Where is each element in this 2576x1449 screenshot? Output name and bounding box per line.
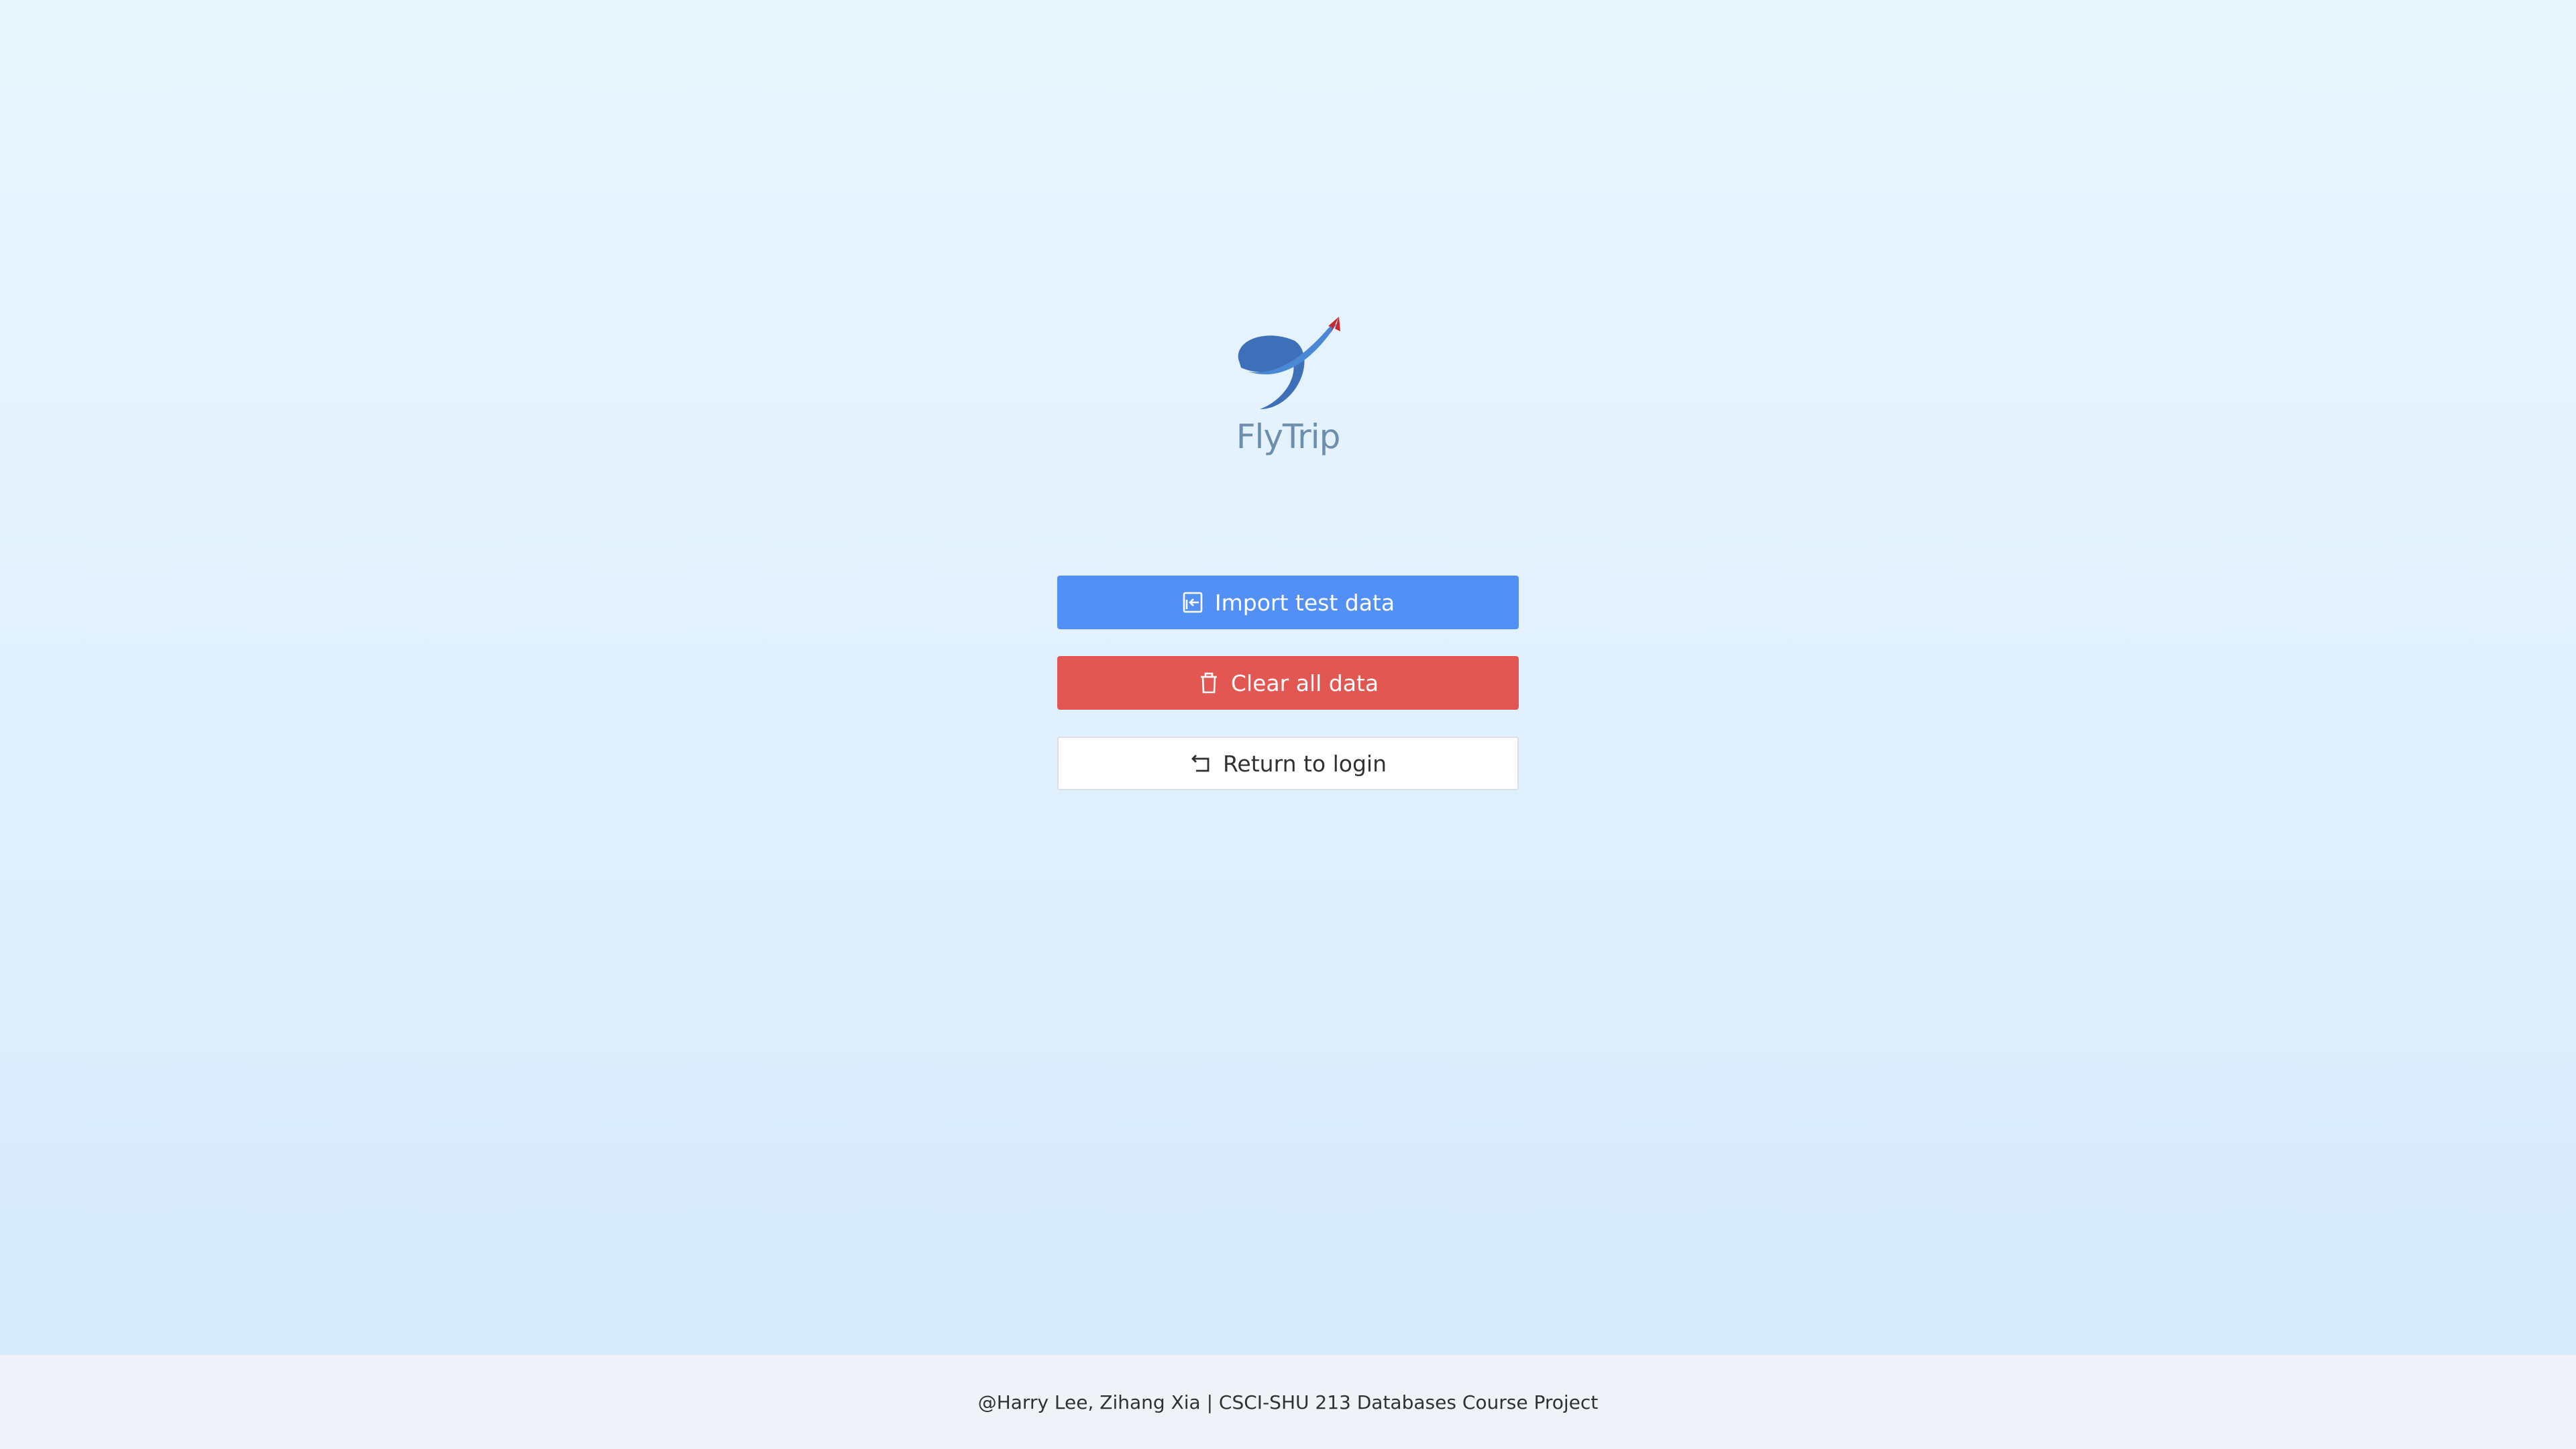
return-to-login-button[interactable]: Return to login — [1057, 737, 1519, 790]
footer-credits: @Harry Lee, Zihang Xia | CSCI-SHU 213 Da… — [977, 1391, 1599, 1413]
brand-name: FlyTrip — [1236, 417, 1341, 456]
main-area: FlyTrip Import test data Clear all data — [0, 0, 2576, 1355]
import-icon — [1181, 591, 1204, 614]
footer: @Harry Lee, Zihang Xia | CSCI-SHU 213 Da… — [0, 1355, 2576, 1449]
return-button-label: Return to login — [1222, 750, 1387, 777]
return-icon — [1189, 752, 1212, 775]
import-button-label: Import test data — [1214, 589, 1395, 616]
trash-icon — [1197, 672, 1220, 694]
import-test-data-button[interactable]: Import test data — [1057, 576, 1519, 629]
clear-all-data-button[interactable]: Clear all data — [1057, 656, 1519, 710]
clear-button-label: Clear all data — [1230, 669, 1379, 696]
